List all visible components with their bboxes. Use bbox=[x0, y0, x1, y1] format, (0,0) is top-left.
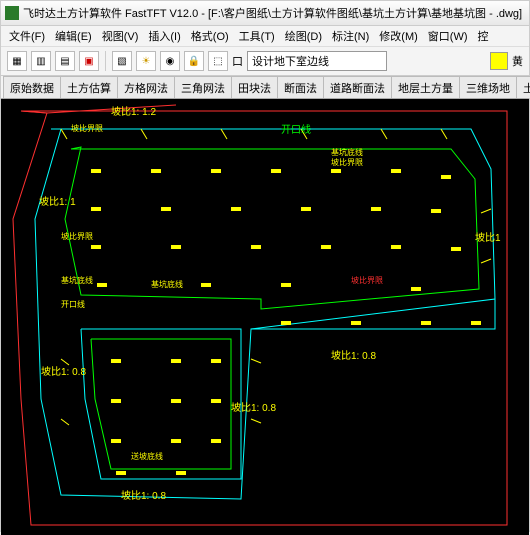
cad-drawing bbox=[1, 99, 529, 535]
tab-raw[interactable]: 原始数据 bbox=[3, 76, 61, 98]
menu-view[interactable]: 视图(V) bbox=[98, 27, 143, 45]
tab-field[interactable]: 田块法 bbox=[231, 76, 278, 98]
tab-grid[interactable]: 方格网法 bbox=[117, 76, 175, 98]
menu-annotate[interactable]: 标注(N) bbox=[328, 27, 373, 45]
title-bar: 飞时达土方计算软件 FastTFT V12.0 - [F:\客户图纸\土方计算软… bbox=[1, 1, 529, 26]
layer-prefix: 口 bbox=[232, 53, 243, 69]
menu-format[interactable]: 格式(O) bbox=[187, 27, 233, 45]
tool-btn-1[interactable]: ▦ bbox=[7, 51, 27, 71]
layer-name-input[interactable] bbox=[247, 51, 387, 71]
menu-file[interactable]: 文件(F) bbox=[5, 27, 49, 45]
tab-section[interactable]: 断面法 bbox=[277, 76, 324, 98]
menu-more[interactable]: 控 bbox=[474, 27, 493, 45]
tool-btn-3[interactable]: ▤ bbox=[55, 51, 75, 71]
tab-volume[interactable]: 地层土方量 bbox=[391, 76, 460, 98]
tool-btn-4[interactable]: ▣ bbox=[79, 51, 99, 71]
window-title: 飞时达土方计算软件 FastTFT V12.0 - [F:\客户图纸\土方计算软… bbox=[23, 5, 522, 21]
tool-btn-6[interactable]: ◉ bbox=[160, 51, 180, 71]
tab-adjust[interactable]: 土方调配 bbox=[516, 76, 530, 98]
app-icon bbox=[5, 6, 19, 20]
tool-btn-7[interactable]: ⬚ bbox=[208, 51, 228, 71]
color-swatch[interactable] bbox=[490, 52, 508, 70]
menu-edit[interactable]: 编辑(E) bbox=[51, 27, 96, 45]
tool-btn-5[interactable]: ▧ bbox=[112, 51, 132, 71]
ribbon-tabs: 原始数据 土方估算 方格网法 三角网法 田块法 断面法 道路断面法 地层土方量 … bbox=[1, 76, 529, 99]
menu-window[interactable]: 窗口(W) bbox=[424, 27, 472, 45]
menu-insert[interactable]: 插入(I) bbox=[144, 27, 184, 45]
tab-3d[interactable]: 三维场地 bbox=[459, 76, 517, 98]
tab-road[interactable]: 道路断面法 bbox=[323, 76, 392, 98]
menu-tools[interactable]: 工具(T) bbox=[235, 27, 279, 45]
drawing-canvas[interactable]: 坡比1: 1.2 坡比界限 开口线 基坑底线 坡比界限 坡比1: 1 坡比界限 … bbox=[1, 99, 529, 535]
menu-modify[interactable]: 修改(M) bbox=[375, 27, 422, 45]
color-label: 黄 bbox=[512, 53, 523, 69]
tool-btn-2[interactable]: ▥ bbox=[31, 51, 51, 71]
menu-bar: 文件(F) 编辑(E) 视图(V) 插入(I) 格式(O) 工具(T) 绘图(D… bbox=[1, 26, 529, 47]
lock-icon[interactable]: 🔒 bbox=[184, 51, 204, 71]
tab-estimate[interactable]: 土方估算 bbox=[60, 76, 118, 98]
toolbar: ▦ ▥ ▤ ▣ ▧ ☀ ◉ 🔒 ⬚ 口 黄 bbox=[1, 47, 529, 76]
lightbulb-icon[interactable]: ☀ bbox=[136, 51, 156, 71]
tab-tri[interactable]: 三角网法 bbox=[174, 76, 232, 98]
menu-draw[interactable]: 绘图(D) bbox=[281, 27, 326, 45]
